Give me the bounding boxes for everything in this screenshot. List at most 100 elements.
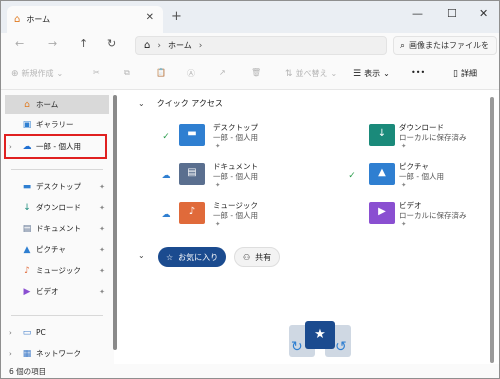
sidebar-item-network[interactable]: › ▦ ネットワーク xyxy=(5,344,109,363)
star-icon: ☆ xyxy=(166,252,174,262)
quick-access-header[interactable]: ⌄ クイック アクセス xyxy=(138,98,223,109)
video-icon: ▶ xyxy=(23,286,31,297)
delete-button[interactable]: 🗑 xyxy=(251,68,261,77)
minimize-button[interactable]: — xyxy=(412,7,423,20)
main-scrollbar[interactable] xyxy=(490,97,494,363)
sidebar-item-label: ダウンロード xyxy=(36,203,81,212)
search-placeholder: 画像またはファイルを xyxy=(409,41,490,50)
view-button[interactable]: ☰ 表示 ⌄ xyxy=(353,68,390,79)
sidebar-item-label: ギャラリー xyxy=(36,120,74,129)
chevron-down-icon: ⌄ xyxy=(56,69,64,78)
sidebar-item-pc[interactable]: › ▭ PC xyxy=(5,323,109,342)
sort-icon: ⇅ xyxy=(285,68,293,79)
search-icon: ⌕ xyxy=(400,40,406,51)
breadcrumb-separator[interactable]: › xyxy=(157,41,161,51)
quick-item-desktop[interactable]: ✓ ▬ デスクトップ 一郎 - 個人用 ✦ xyxy=(161,122,331,152)
quick-item-downloads[interactable]: ↓ ダウンロード ローカルに保存済み ✦ xyxy=(347,122,499,152)
sidebar-divider xyxy=(11,315,103,316)
sidebar-item-pictures[interactable]: ▲ ピクチャ ✦ xyxy=(5,240,109,259)
sidebar-item-documents[interactable]: ▤ ドキュメント ✦ xyxy=(5,219,109,238)
quick-item-documents[interactable]: ☁ ▤ ドキュメント 一郎 - 個人用 ✦ xyxy=(161,161,331,191)
chevron-right-icon[interactable]: › xyxy=(9,350,12,358)
maximize-button[interactable]: ☐ xyxy=(447,7,457,20)
sidebar-item-label: ビデオ xyxy=(36,287,59,296)
command-bar: ⊕ 新規作成 ⌄ ✂ ⧉ 📋 Ⓐ ↗ 🗑 ⇅ 並べ替え ⌄ ☰ 表示 ⌄ •••… xyxy=(1,58,499,90)
highlight-box xyxy=(4,134,107,159)
chevron-down-icon: ⌄ xyxy=(330,69,338,78)
search-box[interactable]: ⌕ 画像またはファイルを xyxy=(393,36,497,55)
star-icon: ★ xyxy=(305,321,335,349)
sidebar-divider xyxy=(11,169,103,170)
file-explorer-window: ⌂ ホーム ✕ + — ☐ ✕ ← → ↑ ↻ ⌂ › ホーム › ⌕ 画像また… xyxy=(0,0,500,379)
shared-chip-label: 共有 xyxy=(255,252,272,262)
details-button[interactable]: ▯ 詳細 xyxy=(453,68,477,79)
pin-icon: ✦ xyxy=(401,142,407,150)
new-tab-button[interactable]: + xyxy=(171,9,182,24)
new-button[interactable]: ⊕ 新規作成 ⌄ xyxy=(11,68,63,79)
close-window-button[interactable]: ✕ xyxy=(479,7,488,20)
sidebar-scrollbar[interactable] xyxy=(113,95,117,350)
quick-access-title: クイック アクセス xyxy=(156,99,223,108)
refresh-arrow-icon: ↺ xyxy=(335,339,347,355)
refresh-button[interactable]: ↻ xyxy=(107,37,116,50)
sidebar-item-downloads[interactable]: ↓ ダウンロード ✦ xyxy=(5,198,109,217)
navigation-bar: ← → ↑ ↻ ⌂ › ホーム › ⌕ 画像またはファイルを xyxy=(1,33,499,58)
share-button[interactable]: ↗ xyxy=(219,68,226,77)
tab-favorites[interactable]: ☆ お気に入り xyxy=(158,247,227,267)
shared-people-icon: ⚇ xyxy=(243,252,251,262)
plus-circle-icon: ⊕ xyxy=(11,68,19,79)
up-button[interactable]: ↑ xyxy=(79,37,88,50)
tab-shared[interactable]: ⚇ 共有 xyxy=(234,247,281,267)
quick-item-music[interactable]: ☁ ♪ ミュージック 一郎 - 個人用 ✦ xyxy=(161,200,331,230)
status-bar: 6 個の項目 xyxy=(1,364,499,378)
sidebar-item-home[interactable]: ⌂ ホーム xyxy=(5,95,109,114)
breadcrumb-separator[interactable]: › xyxy=(199,41,203,51)
paste-button[interactable]: 📋 xyxy=(156,68,166,77)
sidebar-item-videos[interactable]: ▶ ビデオ ✦ xyxy=(5,282,109,301)
documents-folder-icon: ▤ xyxy=(179,163,205,185)
favorites-empty-illustration: ★ ↻ ↺ xyxy=(287,319,353,361)
synced-check-icon: ✓ xyxy=(162,132,170,142)
pin-icon: ✦ xyxy=(99,203,105,212)
rename-button[interactable]: Ⓐ xyxy=(187,68,195,79)
pin-icon: ✦ xyxy=(99,224,105,233)
home-icon: ⌂ xyxy=(14,14,21,25)
quick-item-videos[interactable]: ▶ ビデオ ローカルに保存済み ✦ xyxy=(347,200,499,230)
chevron-down-icon: ⌄ xyxy=(138,251,145,260)
copy-button[interactable]: ⧉ xyxy=(124,68,130,78)
forward-button[interactable]: → xyxy=(48,37,57,50)
address-bar[interactable]: ⌂ › ホーム › xyxy=(135,36,387,55)
download-icon: ↓ xyxy=(23,202,31,213)
chevron-down-icon: ⌄ xyxy=(383,69,390,78)
breadcrumb-home[interactable]: ホーム xyxy=(168,40,192,51)
close-tab-icon[interactable]: ✕ xyxy=(146,12,154,23)
pin-icon: ✦ xyxy=(215,220,221,228)
chevron-down-icon: ⌄ xyxy=(138,99,145,108)
title-bar: ⌂ ホーム ✕ + — ☐ ✕ xyxy=(1,1,499,33)
tab-home[interactable]: ⌂ ホーム ✕ xyxy=(7,6,163,33)
chevron-right-icon[interactable]: › xyxy=(9,329,12,337)
computer-icon: ▭ xyxy=(22,327,32,338)
sidebar-item-label: ホーム xyxy=(36,100,59,109)
sidebar-item-label: ピクチャ xyxy=(36,245,66,254)
view-icon: ☰ xyxy=(353,68,362,79)
cut-button[interactable]: ✂ xyxy=(93,68,100,77)
pin-icon: ✦ xyxy=(401,181,407,189)
quick-item-pictures[interactable]: ✓ ▲ ピクチャ 一郎 - 個人用 ✦ xyxy=(347,161,499,191)
music-folder-icon: ♪ xyxy=(179,202,205,224)
picture-icon: ▲ xyxy=(23,244,31,255)
back-button[interactable]: ← xyxy=(15,37,24,50)
pin-icon: ✦ xyxy=(215,142,221,150)
sidebar-item-desktop[interactable]: ▬ デスクトップ ✦ xyxy=(5,177,109,196)
favorites-chip-label: お気に入り xyxy=(178,252,219,262)
gallery-icon: ▣ xyxy=(22,119,32,130)
details-button-label: 詳細 xyxy=(460,69,477,78)
collapse-favorites-button[interactable]: ⌄ xyxy=(138,251,157,260)
home-icon: ⌂ xyxy=(24,99,30,110)
tab-title: ホーム xyxy=(26,15,51,24)
sidebar-item-gallery[interactable]: ▣ ギャラリー xyxy=(5,115,109,134)
sort-button[interactable]: ⇅ 並べ替え ⌄ xyxy=(285,68,337,79)
more-options-button[interactable]: ••• xyxy=(411,68,425,77)
sidebar-item-music[interactable]: ♪ ミュージック ✦ xyxy=(5,261,109,280)
quick-item-location: ローカルに保存済み xyxy=(399,211,467,220)
